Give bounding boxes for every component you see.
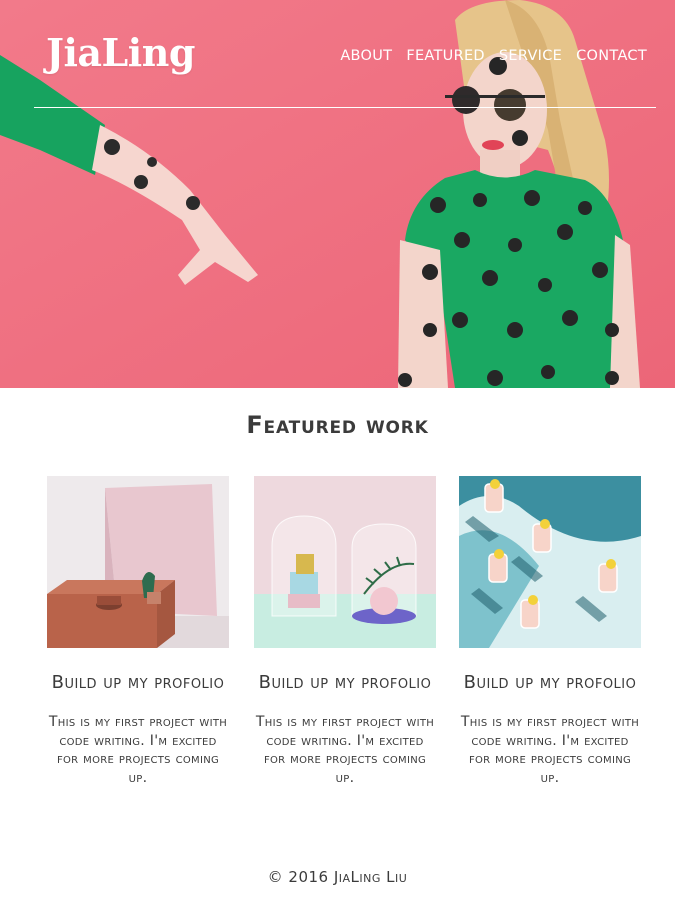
project-thumbnail-1[interactable] xyxy=(47,476,229,648)
project-card: Build up my profolio This is my first pr… xyxy=(254,476,436,787)
main-nav: About Featured Service Contact xyxy=(340,48,647,64)
featured-heading: Featured work xyxy=(246,411,429,439)
hero-banner: JiaLing About Featured Service Contact xyxy=(0,0,675,388)
project-thumbnail-3[interactable] xyxy=(459,476,641,648)
nav-about[interactable]: About xyxy=(340,48,392,64)
project-title[interactable]: Build up my profolio xyxy=(459,672,641,693)
project-card: Build up my profolio This is my first pr… xyxy=(459,476,641,787)
project-description: This is my first project with code writi… xyxy=(255,714,435,786)
project-card: Build up my profolio This is my first pr… xyxy=(47,476,229,787)
nav-about-label: About xyxy=(340,48,393,64)
footer-copyright: © 2016 JiaLing Liu xyxy=(267,868,408,886)
nav-contact[interactable]: Contact xyxy=(576,48,647,64)
project-title[interactable]: Build up my profolio xyxy=(254,672,436,693)
nav-featured-label: Featured xyxy=(406,48,485,64)
project-description: This is my first project with code writi… xyxy=(460,714,640,786)
project-title[interactable]: Build up my profolio xyxy=(47,672,229,693)
nav-divider xyxy=(34,107,656,108)
nav-featured[interactable]: Featured xyxy=(406,48,485,64)
nav-contact-label: Contact xyxy=(576,48,647,64)
nav-service[interactable]: Service xyxy=(499,48,562,64)
site-logo[interactable]: JiaLing xyxy=(46,30,195,75)
project-thumbnail-2[interactable] xyxy=(254,476,436,648)
project-description: This is my first project with code writi… xyxy=(48,714,228,786)
nav-service-label: Service xyxy=(498,48,563,64)
